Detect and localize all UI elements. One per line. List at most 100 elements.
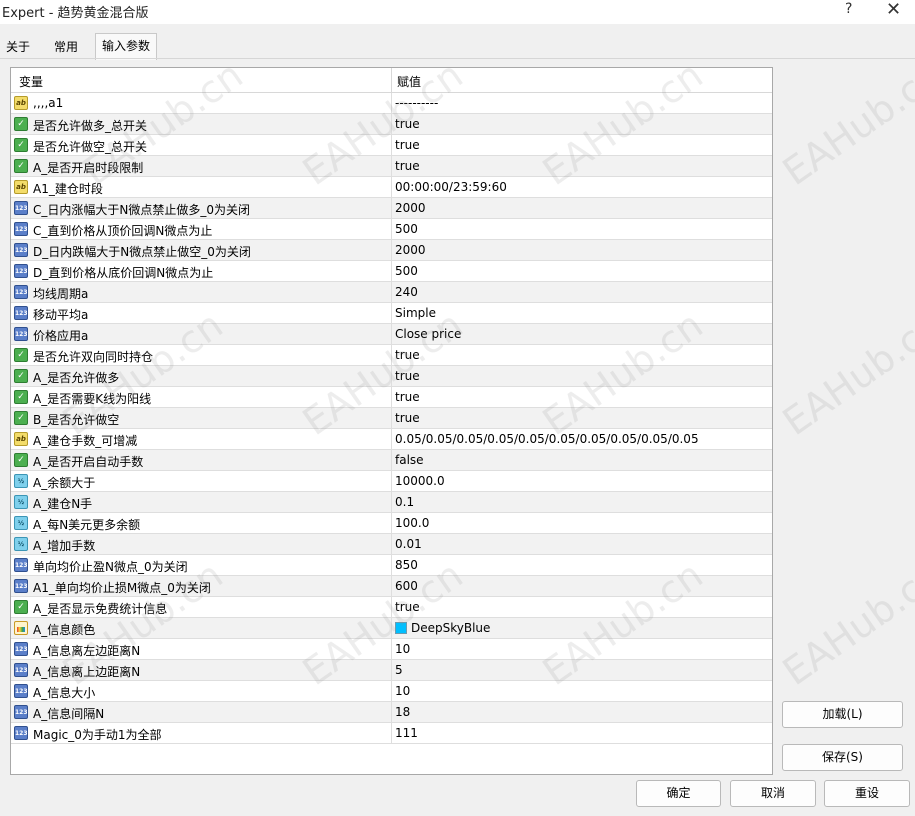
color-value-text: DeepSkyBlue [411,621,491,635]
table-row[interactable]: ✓ A_是否需要K线为阳线 true [11,387,772,408]
variable-value[interactable]: 111 [395,726,765,740]
ok-button[interactable]: 确定 [636,780,721,807]
variable-value[interactable]: 850 [395,558,765,572]
column-divider [391,534,392,555]
variable-value[interactable]: 18 [395,705,765,719]
column-divider [391,219,392,240]
bool-type-icon: ✓ [14,411,28,425]
table-row[interactable]: 123 C_直到价格从顶价回调N微点为止 500 [11,219,772,240]
variable-value[interactable]: 240 [395,285,765,299]
variable-value[interactable]: 5 [395,663,765,677]
table-row[interactable]: 123 均线周期a 240 [11,282,772,303]
load-button[interactable]: 加载(L) [782,701,903,728]
variable-name: 价格应用a [33,329,89,343]
integer-type-icon: 123 [14,285,28,299]
table-row[interactable]: 123 A_信息离左边距离N 10 [11,639,772,660]
variable-name: A_增加手数 [33,539,96,553]
table-row[interactable]: 123 移动平均a Simple [11,303,772,324]
table-row[interactable]: A_信息颜色 DeepSkyBlue [11,618,772,639]
variable-name: ,,,,a1 [33,96,64,110]
table-row[interactable]: ✓ A_是否开启自动手数 false [11,450,772,471]
column-divider [391,366,392,387]
color-swatch [395,622,407,634]
parameters-table[interactable]: 变量 赋值 ab ,,,,a1 ---------- ✓ 是否允许做多_总开关 true ✓… [10,67,773,775]
variable-value[interactable]: 10 [395,684,765,698]
table-row[interactable]: ab A1_建仓时段 00:00:00/23:59:60 [11,177,772,198]
variable-value[interactable]: true [395,411,765,425]
variable-value[interactable]: 00:00:00/23:59:60 [395,180,765,194]
variable-value[interactable]: false [395,453,765,467]
table-row[interactable]: ab ,,,,a1 ---------- [11,93,772,114]
variable-name: D_直到价格从底价回调N微点为止 [33,266,214,280]
variable-value[interactable]: true [395,369,765,383]
reset-button[interactable]: 重设 [824,780,910,807]
variable-value[interactable]: 10000.0 [395,474,765,488]
table-row[interactable]: ½ A_余额大于 10000.0 [11,471,772,492]
table-row[interactable]: ✓ 是否允许做空_总开关 true [11,135,772,156]
string-type-icon: ab [14,96,28,110]
table-row[interactable]: 123 A_信息离上边距离N 5 [11,660,772,681]
variable-value[interactable]: true [395,117,765,131]
table-row[interactable]: ✓ B_是否允许做空 true [11,408,772,429]
variable-value[interactable]: 0.1 [395,495,765,509]
variable-value[interactable]: 100.0 [395,516,765,530]
table-row[interactable]: ½ A_每N美元更多余额 100.0 [11,513,772,534]
column-header-value[interactable]: 赋值 [397,73,421,90]
table-row[interactable]: 123 C_日内涨幅大于N微点禁止做多_0为关闭 2000 [11,198,772,219]
window-title: Expert - 趋势黄金混合版 [2,6,149,21]
help-icon[interactable]: ? [845,1,852,17]
table-row[interactable]: ✓ A_是否开启时段限制 true [11,156,772,177]
variable-value[interactable]: true [395,600,765,614]
variable-value[interactable]: 10 [395,642,765,656]
variable-value[interactable]: true [395,138,765,152]
table-row[interactable]: 123 A1_单向均价止损M微点_0为关闭 600 [11,576,772,597]
variable-name: A1_单向均价止损M微点_0为关闭 [33,581,211,595]
variable-value[interactable]: true [395,348,765,362]
table-row[interactable]: 123 Magic_0为手动1为全部 111 [11,723,772,744]
variable-value[interactable]: 2000 [395,201,765,215]
variable-value[interactable]: DeepSkyBlue [395,621,765,635]
table-row[interactable]: ab A_建仓手数_可增减 0.05/0.05/0.05/0.05/0.05/0.0… [11,429,772,450]
variable-name: A_信息离左边距离N [33,644,141,658]
variable-value[interactable]: Simple [395,306,765,320]
table-row[interactable]: ½ A_建仓N手 0.1 [11,492,772,513]
table-row[interactable]: 123 A_信息间隔N 18 [11,702,772,723]
column-divider [391,618,392,639]
variable-name: A_是否开启自动手数 [33,455,144,469]
integer-type-icon: 123 [14,327,28,341]
variable-value[interactable]: ---------- [395,96,765,110]
column-divider [391,240,392,261]
tab-common[interactable]: 常用 [48,35,84,59]
column-divider[interactable] [391,68,392,92]
tab-inputs[interactable]: 输入参数 [95,33,158,60]
variable-value[interactable]: Close price [395,327,765,341]
variable-value[interactable]: 0.05/0.05/0.05/0.05/0.05/0.05/0.05/0.05/… [395,432,765,446]
variable-name: 均线周期a [33,287,89,301]
table-row[interactable]: ✓ 是否允许双向同时持仓 true [11,345,772,366]
table-row[interactable]: 123 D_日内跌幅大于N微点禁止做空_0为关闭 2000 [11,240,772,261]
column-divider [391,492,392,513]
table-row[interactable]: ✓ A_是否允许做多 true [11,366,772,387]
column-divider [391,450,392,471]
table-row[interactable]: 123 单向均价止盈N微点_0为关闭 850 [11,555,772,576]
variable-name: A_是否需要K线为阳线 [33,392,152,406]
variable-value[interactable]: 2000 [395,243,765,257]
variable-value[interactable]: 500 [395,222,765,236]
variable-value[interactable]: true [395,159,765,173]
variable-value[interactable]: true [395,390,765,404]
column-header-variable[interactable]: 变量 [19,73,43,90]
table-row[interactable]: 123 A_信息大小 10 [11,681,772,702]
tab-about[interactable]: 关于 [0,35,36,59]
table-row[interactable]: ✓ A_是否显示免费统计信息 true [11,597,772,618]
save-button[interactable]: 保存(S) [782,744,903,771]
variable-value[interactable]: 600 [395,579,765,593]
cancel-button[interactable]: 取消 [730,780,816,807]
variable-value[interactable]: 500 [395,264,765,278]
column-divider [391,93,392,114]
variable-value[interactable]: 0.01 [395,537,765,551]
table-row[interactable]: 123 D_直到价格从底价回调N微点为止 500 [11,261,772,282]
table-row[interactable]: ✓ 是否允许做多_总开关 true [11,114,772,135]
table-row[interactable]: ½ A_增加手数 0.01 [11,534,772,555]
close-icon[interactable]: ✕ [886,0,901,20]
table-row[interactable]: 123 价格应用a Close price [11,324,772,345]
